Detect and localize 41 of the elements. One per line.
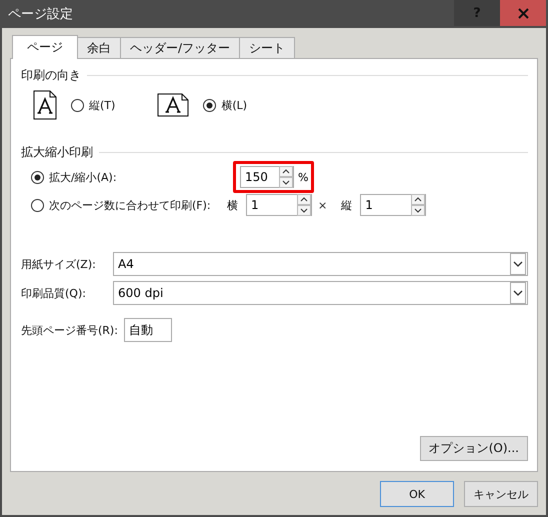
spin-down-icon[interactable] bbox=[279, 177, 293, 188]
dropdown[interactable]: 600 dpi bbox=[113, 281, 528, 305]
dialog-button[interactable]: キャンセル bbox=[464, 481, 538, 507]
number-field[interactable]: 1 bbox=[246, 194, 312, 216]
dialog-button[interactable]: OK bbox=[380, 481, 454, 507]
field-label: 印刷品質(Q): bbox=[21, 286, 87, 300]
window-title: ページ設定 bbox=[7, 6, 73, 23]
options-button[interactable]: オプション(O)... bbox=[420, 436, 528, 461]
field-label: 先頭ページ番号(R): bbox=[21, 322, 118, 338]
portrait-page-icon bbox=[33, 90, 57, 120]
radio-button[interactable] bbox=[31, 198, 44, 212]
radio-label[interactable]: 拡大/縮小(A): bbox=[49, 170, 117, 184]
close-icon bbox=[518, 8, 528, 18]
tab[interactable]: ページ bbox=[12, 35, 78, 59]
radio-label[interactable]: 次のページ数に合わせて印刷(F): bbox=[49, 198, 211, 212]
section-heading: 拡大縮小印刷 bbox=[21, 144, 93, 161]
field-label: 縦 bbox=[341, 198, 352, 212]
radio-button[interactable] bbox=[71, 98, 84, 112]
spin-down-icon[interactable] bbox=[411, 205, 426, 216]
spin-up-icon[interactable] bbox=[297, 194, 311, 205]
unit-label: % bbox=[298, 170, 308, 184]
radio-button[interactable] bbox=[203, 98, 216, 112]
field-label: 横 bbox=[227, 198, 238, 212]
radio-button[interactable] bbox=[31, 170, 44, 184]
dropdown[interactable]: A4 bbox=[113, 252, 528, 276]
number-field[interactable]: 1 bbox=[360, 194, 426, 216]
spin-up-icon[interactable] bbox=[279, 166, 293, 177]
radio-label[interactable]: 横(L) bbox=[221, 98, 248, 112]
field-label: 用紙サイズ(Z): bbox=[21, 256, 97, 272]
tab[interactable]: ヘッダー/フッター bbox=[120, 37, 240, 58]
tab[interactable]: シート bbox=[239, 37, 296, 58]
input-field[interactable]: 自動 bbox=[124, 318, 172, 342]
landscape-page-icon bbox=[157, 93, 190, 117]
radio-label[interactable]: 縦(T) bbox=[89, 98, 116, 112]
close-button[interactable] bbox=[500, 0, 546, 26]
section-heading: 印刷の向き bbox=[21, 67, 81, 84]
spin-down-icon[interactable] bbox=[297, 205, 311, 216]
tab[interactable]: 余白 bbox=[77, 37, 121, 58]
times-sign: × bbox=[318, 198, 328, 212]
spin-up-icon[interactable] bbox=[411, 194, 426, 205]
number-field[interactable]: 150 bbox=[240, 166, 294, 188]
